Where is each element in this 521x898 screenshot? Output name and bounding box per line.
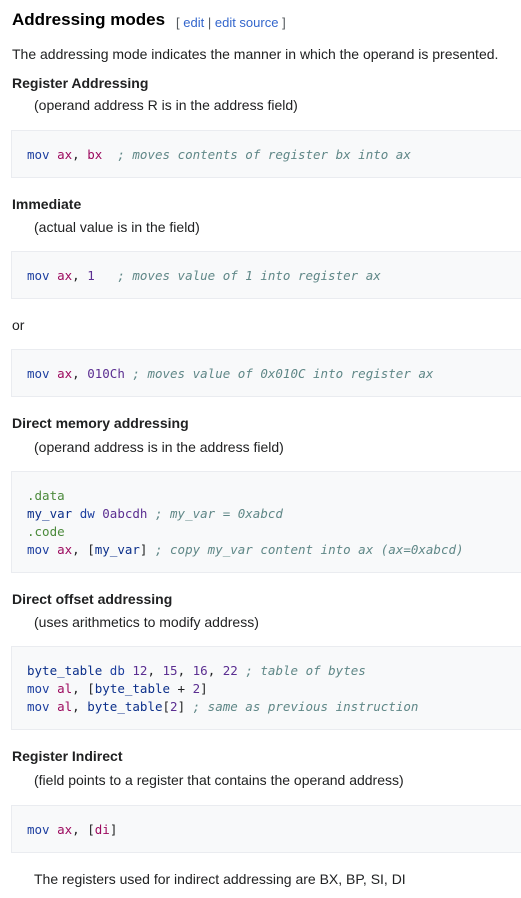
- code-number: 010Ch: [87, 366, 125, 381]
- register-indirect-desc: (field points to a register that contain…: [34, 772, 404, 788]
- code-line: byte_table db 12, 15, 16, 22 ; table of …: [27, 663, 366, 678]
- code-punct: [: [87, 681, 95, 696]
- direct-offset-title: Direct offset addressing: [12, 591, 173, 607]
- code-keyword: dw: [79, 506, 95, 521]
- register-addressing-desc: (operand address R is in the address fie…: [34, 97, 298, 113]
- code-line: mov ax, [di]: [27, 822, 118, 837]
- or-text: or: [12, 317, 25, 333]
- register-code-block: mov ax, bx ; moves contents of register …: [11, 130, 521, 178]
- edit-source-link[interactable]: edit source: [215, 15, 279, 30]
- register-indirect-title: Register Indirect: [12, 748, 123, 764]
- code-register: al: [57, 681, 73, 696]
- code-keyword: mov: [27, 366, 50, 381]
- code-line: mov al, byte_table[2] ; same as previous…: [27, 699, 419, 714]
- immediate-code-block-1: mov ax, 1 ; moves value of 1 into regist…: [11, 251, 521, 299]
- direct-memory-title: Direct memory addressing: [12, 415, 189, 431]
- code-punct: [: [162, 699, 171, 714]
- code-number: 0abcdh: [102, 506, 148, 521]
- code-keyword: mov: [27, 681, 50, 696]
- code-punct: ,: [72, 268, 80, 283]
- code-line: mov al, [byte_table + 2]: [27, 681, 208, 696]
- code-register: bx: [87, 147, 103, 162]
- immediate-desc: (actual value is in the field): [34, 219, 200, 235]
- code-line: mov ax, [my_var] ; copy my_var content i…: [27, 542, 464, 557]
- code-number: 16: [192, 663, 208, 678]
- code-comment: ; moves value of 0x010C into register ax: [132, 366, 434, 381]
- section-heading: Addressing modes: [12, 10, 166, 29]
- code-punct: ]: [139, 542, 148, 557]
- code-punct: ,: [72, 147, 80, 162]
- code-number: 12: [132, 663, 148, 678]
- code-label: my_var: [27, 506, 73, 521]
- code-line: mov ax, bx ; moves contents of register …: [27, 146, 521, 164]
- code-register: al: [57, 699, 73, 714]
- direct-memory-code-block: .data my_var dw 0abcdh ; my_var = 0xabcd.…: [11, 471, 521, 573]
- code-keyword: db: [109, 663, 125, 678]
- code-punct: [: [87, 822, 95, 837]
- bracket-open: [: [176, 15, 180, 30]
- code-comment: ; copy my_var content into ax (ax=0xabcd…: [154, 542, 464, 557]
- code-label: byte_table: [27, 663, 103, 678]
- code-register: ax: [57, 147, 73, 162]
- code-line: .data: [27, 487, 521, 505]
- code-keyword: mov: [27, 268, 50, 283]
- code-number: 15: [162, 663, 178, 678]
- code-number: 22: [222, 663, 238, 678]
- code-comment: ; table of bytes: [245, 663, 366, 678]
- code-number: 2: [170, 699, 178, 714]
- code-label: byte_table: [94, 681, 171, 696]
- code-punct: +: [170, 681, 193, 696]
- immediate-title: Immediate: [12, 196, 82, 212]
- intro-paragraph: The addressing mode indicates the manner…: [12, 46, 499, 62]
- code-punct: ]: [177, 699, 186, 714]
- code-register: ax: [57, 366, 73, 381]
- code-comment: ; my_var = 0xabcd: [154, 506, 283, 521]
- code-keyword: mov: [27, 542, 50, 557]
- code-line: .code: [27, 523, 521, 541]
- code-line: mov ax, 010Ch ; moves value of 0x010C in…: [27, 365, 521, 383]
- code-keyword: mov: [27, 822, 50, 837]
- code-line: mov ax, 1 ; moves value of 1 into regist…: [27, 267, 521, 285]
- code-register: ax: [57, 542, 73, 557]
- code-label: my_var: [94, 542, 140, 557]
- edit-separator: |: [207, 15, 212, 30]
- direct-offset-desc: (uses arithmetics to modify address): [34, 614, 259, 630]
- bracket-close: ]: [282, 15, 286, 30]
- indirect-registers-note: The registers used for indirect addressi…: [34, 871, 406, 887]
- code-punct: [: [87, 542, 95, 557]
- code-punct: ]: [109, 822, 118, 837]
- code-punct: ]: [200, 681, 208, 696]
- edit-link[interactable]: edit: [183, 15, 204, 30]
- register-addressing-title: Register Addressing: [12, 75, 149, 91]
- code-comment: ; moves contents of register bx into ax: [117, 147, 411, 162]
- code-line: my_var dw 0abcdh ; my_var = 0xabcd: [27, 505, 521, 523]
- code-directive: .data: [27, 488, 65, 503]
- register-indirect-code-block: mov ax, [di]: [11, 805, 521, 853]
- immediate-code-block-2: mov ax, 010Ch ; moves value of 0x010C in…: [11, 349, 521, 397]
- code-punct: ,: [72, 366, 80, 381]
- code-comment: ; same as previous instruction: [192, 699, 419, 714]
- code-number: 2: [192, 681, 201, 696]
- code-register: di: [94, 822, 110, 837]
- code-number: 1: [87, 268, 95, 283]
- code-comment: ; moves value of 1 into register ax: [117, 268, 381, 283]
- direct-memory-desc: (operand address is in the address field…: [34, 439, 284, 455]
- edit-section-links: [ edit | edit source ]: [176, 15, 286, 30]
- code-register: ax: [57, 822, 73, 837]
- code-keyword: mov: [27, 147, 50, 162]
- direct-offset-code-block: byte_table db 12, 15, 16, 22 ; table of …: [11, 646, 521, 730]
- code-directive: .code: [27, 524, 65, 539]
- code-label: byte_table: [87, 699, 163, 714]
- code-register: ax: [57, 268, 73, 283]
- code-keyword: mov: [27, 699, 50, 714]
